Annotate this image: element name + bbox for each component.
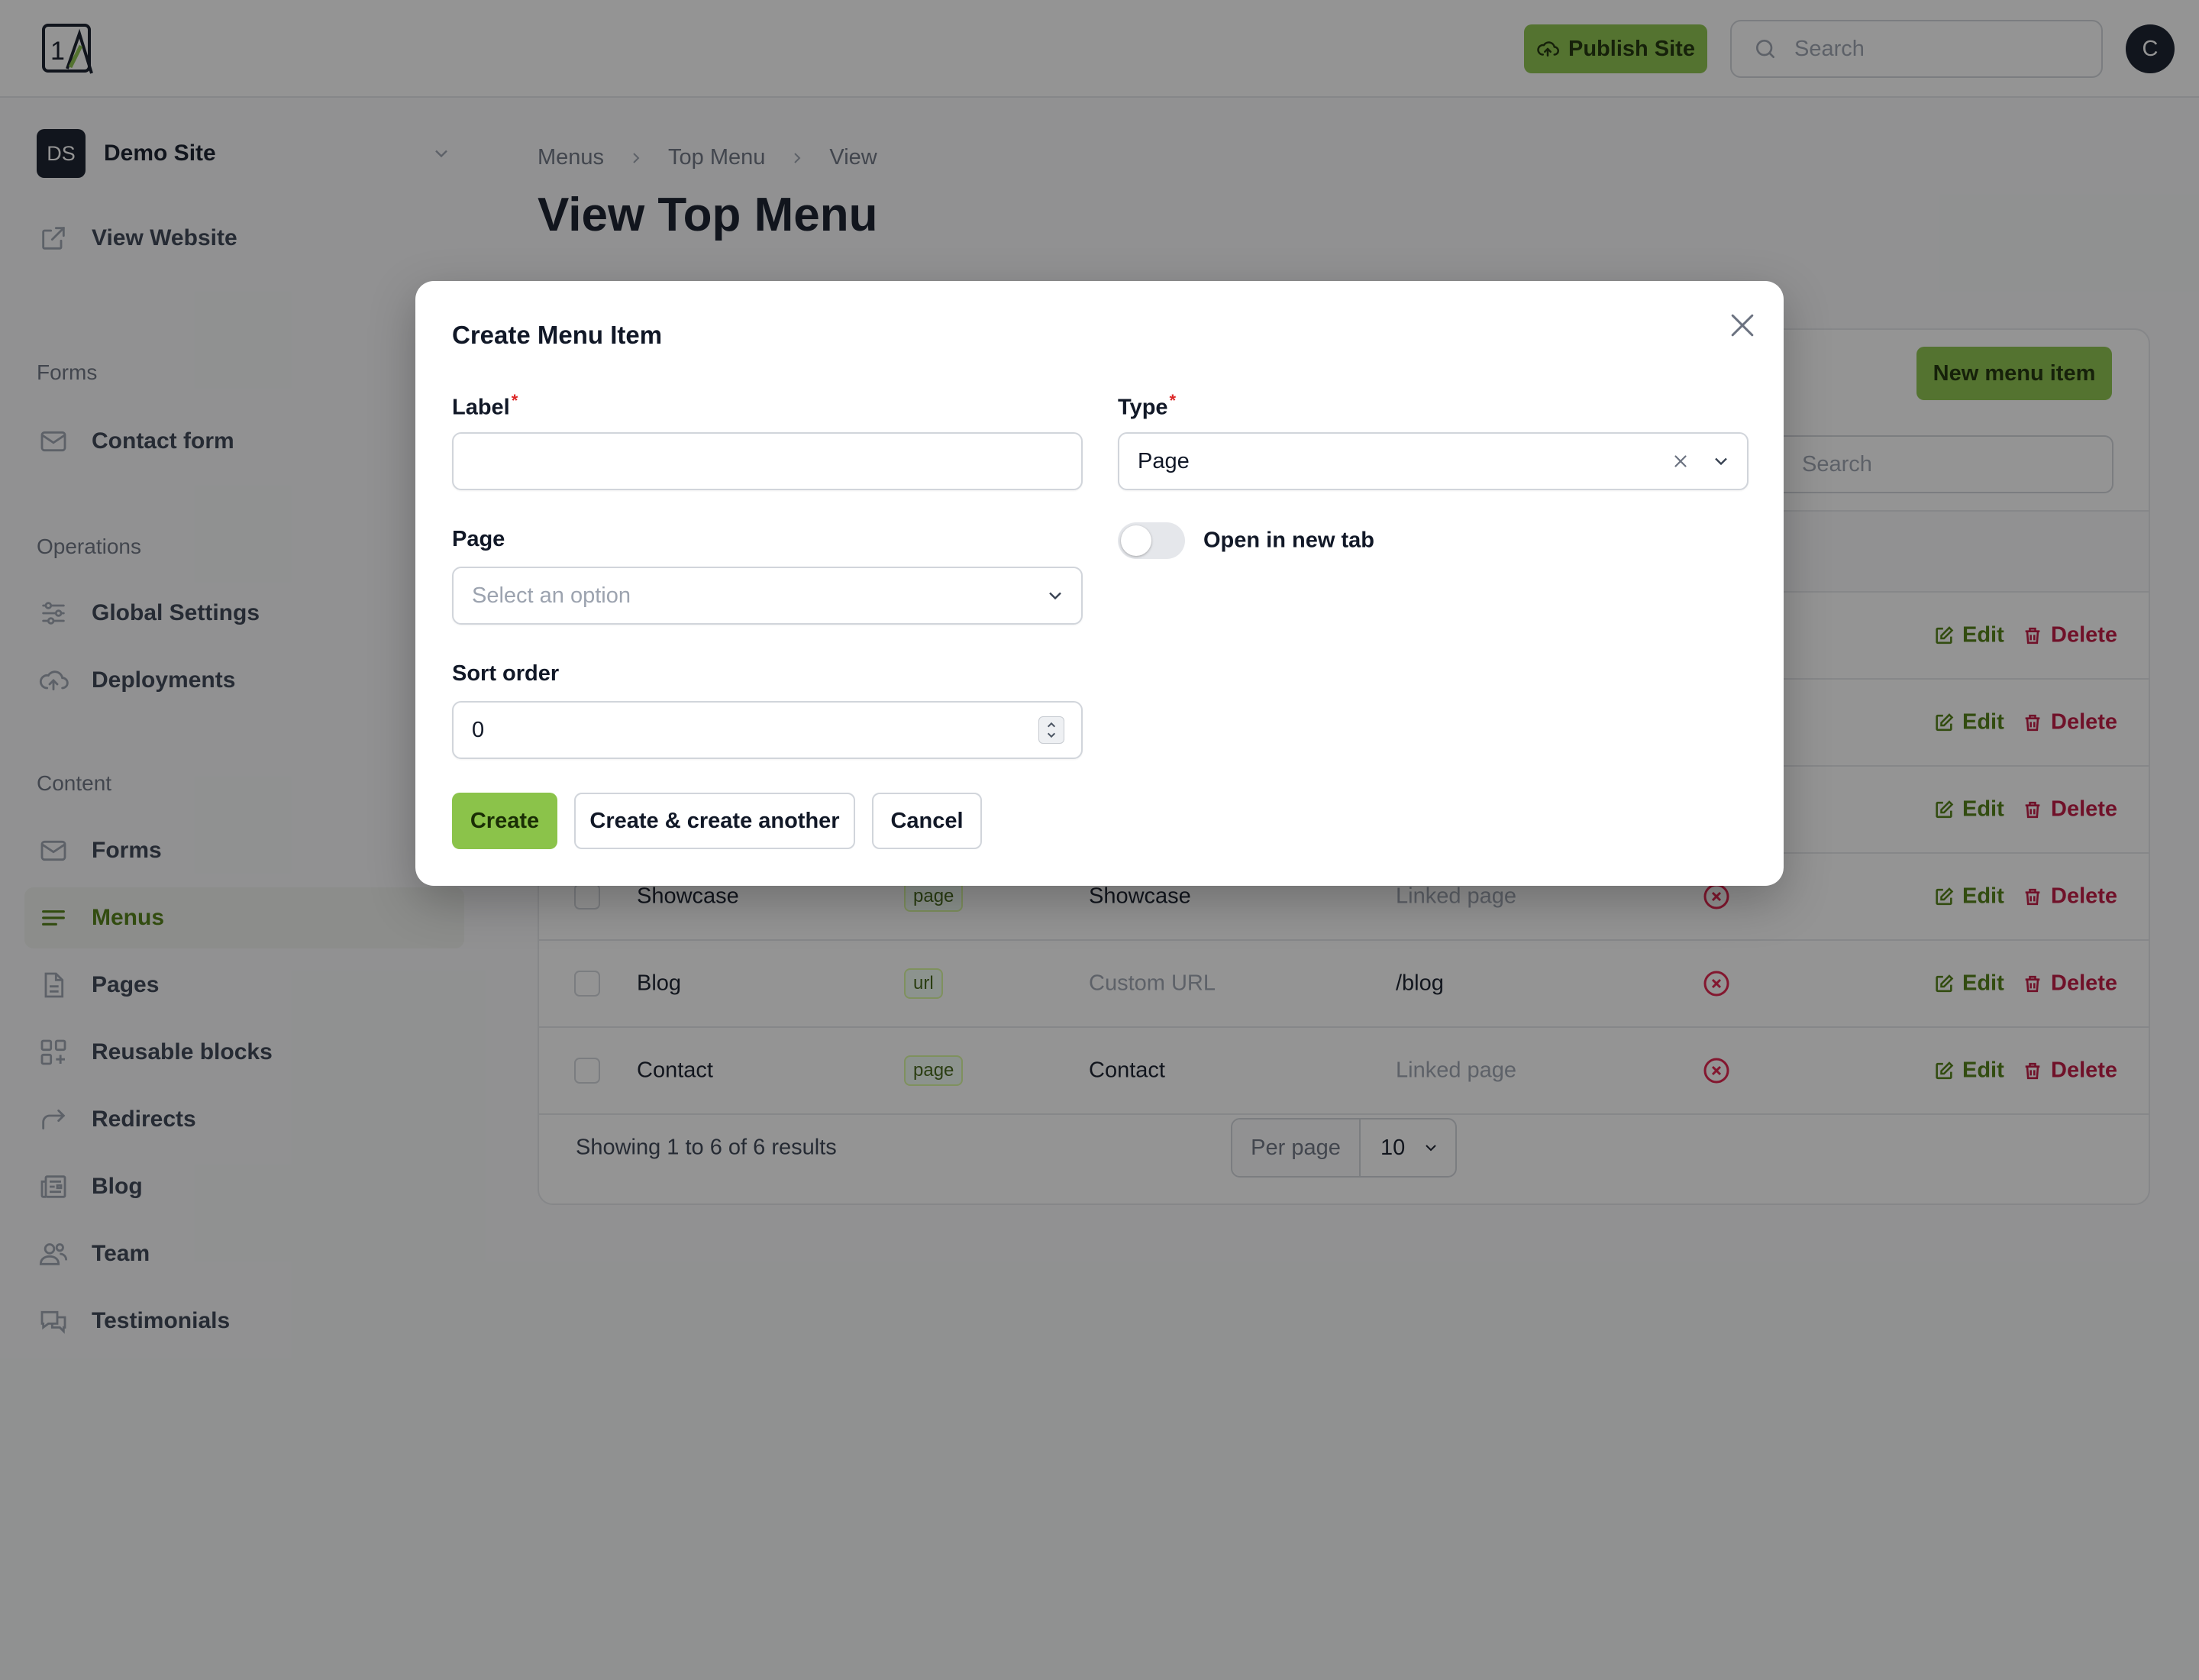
- page-field-label: Page: [452, 527, 505, 551]
- page-select-placeholder: Select an option: [472, 583, 631, 608]
- chevron-down-icon[interactable]: [1710, 451, 1732, 472]
- create-menu-item-modal: Create Menu Item Label* Type* Page Page …: [415, 281, 1784, 886]
- type-field-text: Type: [1118, 395, 1168, 420]
- type-field-label: Type*: [1118, 391, 1176, 421]
- type-select-value: Page: [1138, 448, 1190, 473]
- sort-order-input[interactable]: 0: [452, 701, 1083, 759]
- sort-order-value: 0: [472, 717, 485, 742]
- open-in-new-tab-toggle[interactable]: [1118, 522, 1185, 559]
- required-mark: *: [511, 391, 518, 410]
- create-button[interactable]: Create: [452, 793, 557, 849]
- toggle-knob: [1121, 525, 1151, 556]
- page-select[interactable]: Select an option: [452, 567, 1083, 625]
- sort-order-label: Sort order: [452, 661, 560, 686]
- modal-title: Create Menu Item: [452, 321, 663, 349]
- label-input[interactable]: [452, 432, 1083, 490]
- chevron-down-icon: [1049, 592, 1061, 600]
- type-select[interactable]: Page: [1118, 432, 1749, 490]
- up-down-arrows-icon: [1047, 722, 1056, 738]
- close-icon[interactable]: [1726, 309, 1759, 342]
- label-field-label: Label*: [452, 391, 518, 421]
- create-another-button[interactable]: Create & create another: [574, 793, 855, 849]
- open-in-new-tab-label: Open in new tab: [1203, 528, 1374, 553]
- required-mark: *: [1169, 391, 1177, 410]
- clear-icon[interactable]: [1671, 451, 1690, 471]
- cancel-button[interactable]: Cancel: [872, 793, 982, 849]
- label-field-text: Label: [452, 395, 510, 420]
- number-stepper[interactable]: [1038, 716, 1064, 744]
